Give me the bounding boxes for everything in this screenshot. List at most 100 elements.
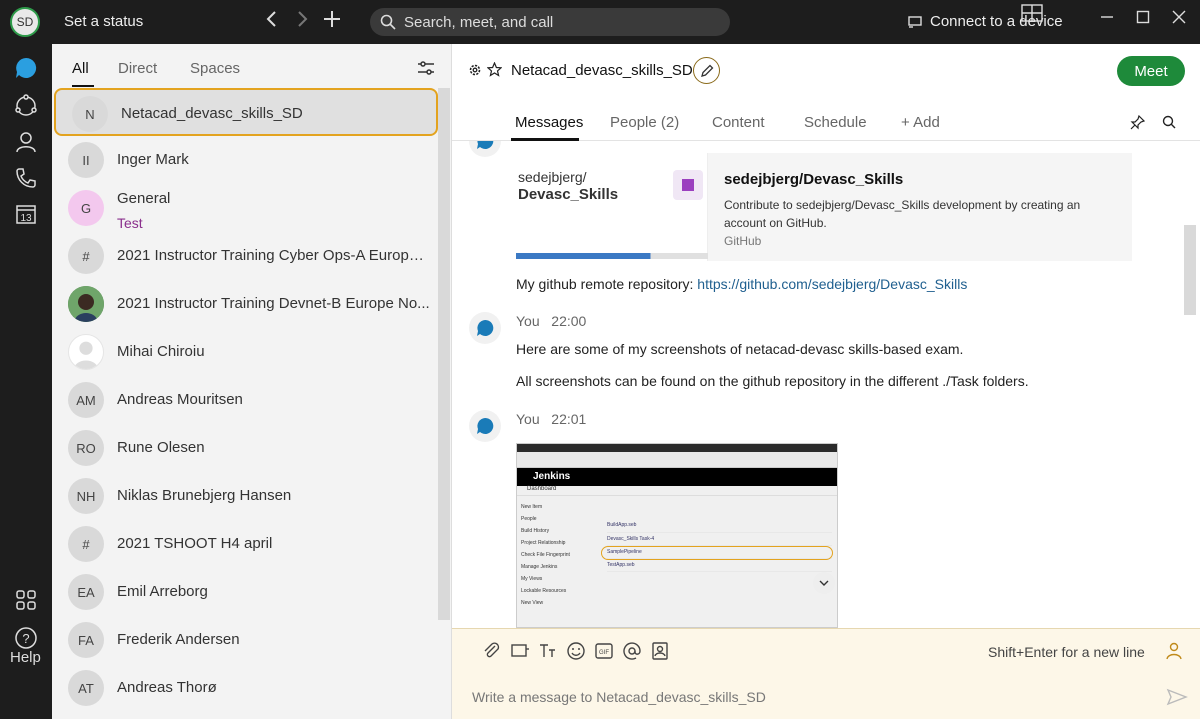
- space-tabs: Messages People (2) Content Schedule + A…: [452, 96, 1200, 141]
- help-icon[interactable]: ?: [12, 624, 40, 652]
- jenkins-sidebar: New Item People Build History Project Re…: [521, 504, 601, 612]
- teams-icon[interactable]: [12, 92, 40, 120]
- tab-people[interactable]: People (2): [610, 114, 679, 131]
- avatar: [68, 334, 104, 370]
- conversation-name: Inger Mark: [117, 151, 189, 168]
- send-icon[interactable]: [1166, 686, 1188, 708]
- settings-gear-icon[interactable]: [468, 63, 482, 77]
- jenkins-header: Jenkins: [517, 468, 837, 486]
- tab-spaces[interactable]: Spaces: [190, 60, 240, 77]
- calendar-icon[interactable]: 13: [12, 200, 40, 228]
- search-icon: [380, 14, 396, 30]
- list-item[interactable]: FA Frederik Andersen: [52, 616, 438, 664]
- maximize-icon[interactable]: [1131, 10, 1155, 29]
- message-avatar: [469, 312, 501, 344]
- layout-icon[interactable]: [1020, 4, 1044, 27]
- minimize-icon[interactable]: [1095, 10, 1119, 29]
- chat-bubble-icon: [477, 141, 494, 149]
- scroll-down-icon[interactable]: [813, 572, 835, 594]
- conversation-name: Mihai Chiroiu: [117, 343, 205, 360]
- conversation-name: 2021 TSHOOT H4 april: [117, 535, 273, 552]
- contact-card-icon[interactable]: [650, 641, 670, 661]
- message-input[interactable]: Write a message to Netacad_devasc_skills…: [472, 689, 766, 705]
- pin-icon[interactable]: [1130, 115, 1145, 130]
- list-item[interactable]: AM Andreas Mouritsen: [52, 376, 438, 424]
- forward-arrow-icon[interactable]: [290, 10, 314, 34]
- screenshot-titlebar: [517, 444, 837, 452]
- jenkins-side-item: New View: [521, 600, 544, 606]
- tab-messages[interactable]: Messages: [515, 114, 583, 131]
- tab-all[interactable]: All: [72, 60, 89, 77]
- jenkins-side-item: My Views: [521, 576, 543, 582]
- jenkins-breadcrumb: Dashboard: [517, 486, 837, 496]
- message-text: My github remote repository: https://git…: [516, 276, 967, 292]
- tab-schedule[interactable]: Schedule: [804, 114, 867, 131]
- emoji-icon[interactable]: [566, 641, 586, 661]
- contacts-icon[interactable]: [12, 128, 40, 156]
- list-scrollbar[interactable]: [438, 88, 450, 620]
- svg-text:13: 13: [20, 213, 32, 224]
- list-item[interactable]: # 2021 Instructor Training Cyber Ops-A E…: [52, 232, 438, 280]
- list-item[interactable]: G General Test: [52, 184, 438, 232]
- conversation-name: 2021 Instructor Training Cyber Ops-A Eur…: [117, 247, 432, 264]
- new-plus-icon[interactable]: [320, 10, 344, 34]
- message-avatar: [469, 410, 501, 442]
- list-item[interactable]: II Inger Mark: [52, 136, 438, 184]
- favorite-star-icon[interactable]: [487, 62, 502, 77]
- pencil-icon: [700, 64, 713, 77]
- my-avatar[interactable]: SD: [10, 7, 40, 37]
- tab-content[interactable]: Content: [712, 114, 765, 131]
- avatar: EA: [68, 574, 104, 610]
- messaging-icon[interactable]: [12, 54, 40, 82]
- link-preview-card[interactable]: sedejbjerg/ Devasc_Skills sedejbjerg/Dev…: [516, 153, 1132, 261]
- search-icon[interactable]: [1162, 115, 1176, 129]
- list-item[interactable]: RO Rune Olesen: [52, 424, 438, 472]
- repo-link[interactable]: https://github.com/sedejbjerg/Devasc_Ski…: [697, 276, 967, 292]
- meet-button[interactable]: Meet: [1117, 56, 1185, 86]
- edit-space-button[interactable]: [693, 57, 720, 84]
- search-input[interactable]: Search, meet, and call: [370, 8, 730, 36]
- avatar: NH: [68, 478, 104, 514]
- message-text: All screenshots can be found on the gith…: [516, 373, 1029, 389]
- thread-scrollbar[interactable]: [1184, 225, 1196, 315]
- tab-direct[interactable]: Direct: [118, 60, 157, 77]
- list-item[interactable]: EA Emil Arreborg: [52, 568, 438, 616]
- chat-bubble-icon: [477, 417, 494, 434]
- list-item[interactable]: N Netacad_devasc_skills_SD: [54, 88, 438, 136]
- list-item[interactable]: Mihai Chiroiu: [52, 328, 438, 376]
- message-composer: GIF Shift+Enter for a new line Write a m…: [452, 628, 1200, 719]
- tab-add[interactable]: + Add: [901, 114, 940, 131]
- message-avatar: [469, 141, 501, 157]
- screenshot-attachment[interactable]: Jenkins Dashboard New Item People Build …: [516, 443, 838, 628]
- sender-name: You: [516, 313, 540, 329]
- filter-sliders-icon[interactable]: [416, 58, 436, 78]
- highlight-outline: [601, 546, 833, 560]
- whiteboard-icon[interactable]: [510, 641, 530, 661]
- conversation-name: Rune Olesen: [117, 439, 205, 456]
- help-label[interactable]: Help: [10, 649, 41, 666]
- device-icon: [908, 15, 922, 28]
- format-text-icon[interactable]: [538, 641, 558, 661]
- attach-icon[interactable]: [482, 641, 502, 661]
- gif-icon[interactable]: GIF: [594, 641, 614, 661]
- conversation-list-pane: All Direct Spaces N Netacad_devasc_skill…: [52, 44, 452, 719]
- set-status-button[interactable]: Set a status: [64, 13, 143, 30]
- back-arrow-icon[interactable]: [260, 10, 284, 34]
- avatar: #: [68, 526, 104, 562]
- repo-prefix: My github remote repository:: [516, 276, 698, 292]
- list-item[interactable]: NH Niklas Brunebjerg Hansen: [52, 472, 438, 520]
- person-alert-icon[interactable]: [1164, 641, 1184, 661]
- calls-icon[interactable]: [12, 164, 40, 192]
- apps-grid-icon[interactable]: [12, 586, 40, 614]
- list-item[interactable]: 2021 Instructor Training Devnet-B Europe…: [52, 280, 438, 328]
- close-icon[interactable]: [1167, 10, 1191, 29]
- mention-icon[interactable]: [622, 641, 642, 661]
- message-time: 22:01: [551, 411, 587, 427]
- avatar: II: [68, 142, 104, 178]
- list-item[interactable]: # 2021 TSHOOT H4 april: [52, 520, 438, 568]
- list-item[interactable]: AT Andreas Thorø: [52, 664, 438, 712]
- sender-name: You: [516, 411, 540, 427]
- space-header: Netacad_devasc_skills_SD Meet: [452, 44, 1200, 96]
- message-thread: sedejbjerg/ Devasc_Skills sedejbjerg/Dev…: [452, 141, 1200, 628]
- jenkins-side-item: Lockable Resources: [521, 588, 567, 594]
